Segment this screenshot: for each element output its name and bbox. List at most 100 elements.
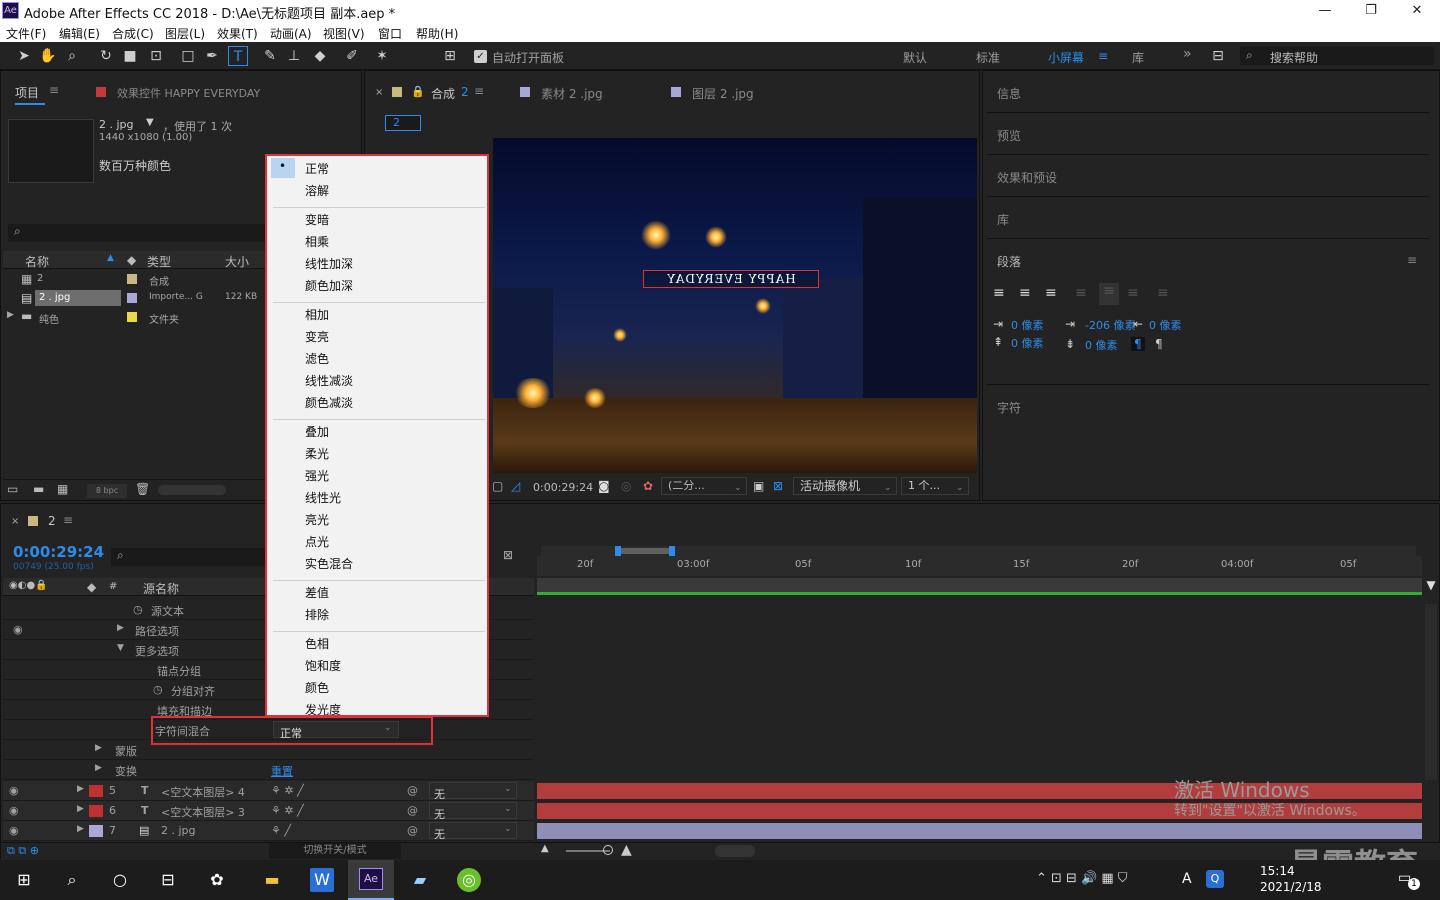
camera-select[interactable]: 活动摄像机 ⌄ [793, 477, 897, 495]
new-composition-icon[interactable]: ▦ [57, 482, 68, 496]
auto-open-checkbox[interactable]: ✓ [474, 50, 487, 63]
menu-layer[interactable]: 图层(L) [165, 25, 205, 42]
parent-select[interactable]: 无 ⌄ [429, 822, 517, 841]
stopwatch-icon[interactable]: ◷ [153, 683, 163, 696]
clone-stamp-tool-icon[interactable]: ⊥ [284, 46, 304, 66]
snapping-icon[interactable]: ⊞ [440, 46, 460, 66]
workspace-default[interactable]: 默认 [903, 49, 927, 66]
expand-arrow-icon[interactable]: ▶ [77, 824, 84, 834]
blend-mode-option[interactable]: 发光度 [305, 701, 341, 715]
new-folder-icon[interactable]: ▬ [33, 482, 44, 496]
ltr-direction-icon[interactable]: ¶ [1131, 337, 1145, 351]
region-of-interest-icon[interactable]: ▣ [753, 479, 764, 493]
layer-row[interactable]: ◉ ▶ 5 T <空文本图层> 4 ⚘ ✲ ╱ @ 无 ⌄ [3, 781, 534, 801]
thumbnail-slider[interactable] [158, 485, 226, 495]
clock-date[interactable]: 2021/2/18 [1260, 880, 1322, 894]
after-effects-taskbar-button[interactable]: Ae [348, 860, 394, 900]
timeline-scrollbar[interactable] [1425, 604, 1437, 780]
work-area-range[interactable] [617, 548, 673, 554]
stopwatch-icon[interactable]: ◷ [133, 603, 143, 616]
menu-composition[interactable]: 合成(C) [112, 25, 154, 42]
comp-breadcrumb-button[interactable]: 2 [385, 115, 421, 131]
comp-panel-menu-icon[interactable]: ≡ [474, 84, 484, 98]
eye-icon[interactable]: ◉ [13, 623, 23, 636]
parent-select[interactable]: 无 ⌄ [429, 782, 517, 801]
bit-depth-button[interactable]: 8 bpc [87, 484, 127, 498]
maximize-button[interactable]: ❐ [1348, 0, 1394, 22]
label-column-icon[interactable]: ◆ [87, 580, 96, 594]
workspace-overflow-icon[interactable]: » [1183, 46, 1192, 62]
work-area-start-handle[interactable] [615, 546, 621, 556]
lock-icon[interactable]: 🔒 [411, 85, 425, 98]
column-number[interactable]: # [109, 581, 117, 592]
effects-presets-panel[interactable]: 效果和预设 [987, 155, 1429, 197]
blend-mode-dropdown[interactable]: • 正常 溶解 变暗 相乘 线性加深 颜色加深 相加 变亮 滤色 线性减淡 颜色减淡 叠加 柔光 强光 线性… [265, 154, 489, 717]
viewer-timecode[interactable]: 0:00:29:24 [533, 481, 593, 494]
project-item-folder[interactable]: ▶ ▬ 纯色 文件夹 [3, 308, 265, 326]
camera-tool-icon[interactable]: ■ [120, 46, 140, 66]
blend-mode-option[interactable]: 柔光 [305, 445, 329, 462]
property-transform[interactable]: ▶ 变换 重置 [3, 760, 534, 780]
blend-mode-option[interactable]: 强光 [305, 467, 329, 484]
clock-time[interactable]: 15:14 [1260, 864, 1295, 878]
workspace-library[interactable]: 库 [1132, 49, 1144, 66]
workspace-small-screen[interactable]: 小屏幕 [1048, 49, 1084, 66]
workspace-menu-icon[interactable]: ≡ [1098, 49, 1108, 63]
shy-switch-icon[interactable]: ⚘ ✲ ╱ [271, 804, 304, 817]
blend-mode-option[interactable]: 滤色 [305, 350, 329, 367]
eye-icon[interactable]: ◉ [9, 784, 19, 797]
timeline-tab[interactable]: 2 [48, 514, 56, 528]
show-snapshot-icon[interactable]: ◎ [621, 479, 631, 493]
layer-tab[interactable]: 图层 2 .jpg [692, 85, 754, 102]
task-view-icon[interactable]: ⊟ [156, 868, 180, 892]
expand-arrow-icon[interactable]: ▶ [77, 804, 84, 814]
parent-pickwhip-icon[interactable]: @ [407, 804, 418, 817]
pan-behind-tool-icon[interactable]: ⊡ [146, 46, 166, 66]
comp-tab-number[interactable]: 2 [461, 85, 469, 99]
justify-last-center-icon[interactable]: ≡ [1099, 283, 1119, 305]
zoom-tool-icon[interactable]: ⌕ [62, 46, 82, 66]
work-area-end-handle[interactable] [669, 546, 675, 556]
zoom-slider-handle[interactable] [603, 845, 613, 855]
sync-settings-icon[interactable]: ⊟ [1208, 46, 1228, 66]
eye-icon[interactable]: ◉ [9, 804, 19, 817]
eraser-tool-icon[interactable]: ◆ [310, 46, 330, 66]
rectangle-tool-icon[interactable]: □ [178, 46, 198, 66]
label-column-icon[interactable]: ◆ [127, 253, 136, 267]
blend-mode-option[interactable]: 溶解 [305, 182, 329, 199]
close-tab-icon[interactable]: × [375, 87, 383, 98]
rtl-direction-icon[interactable]: ¶ [1155, 337, 1163, 351]
mask-visibility-icon[interactable]: ◿ [511, 479, 520, 493]
blend-mode-option[interactable]: 颜色加深 [305, 277, 353, 294]
expand-arrow-icon[interactable]: ▶ [7, 310, 14, 320]
trash-icon[interactable]: 🗑 [135, 482, 150, 496]
project-panel-menu-icon[interactable]: ≡ [49, 83, 59, 97]
workspace-standard[interactable]: 标准 [976, 49, 1000, 66]
system-tray-icons[interactable]: ⌃ ⊡ ⊟ 🔊 ▦ ⛉ [1036, 871, 1128, 886]
indent-left-value[interactable]: 0 像素 [1011, 317, 1044, 333]
timeline-menu-icon[interactable]: ≡ [63, 513, 73, 527]
media-player-icon[interactable]: ◎ [457, 868, 481, 892]
blend-mode-option[interactable]: 点光 [305, 533, 329, 550]
file-explorer-icon[interactable]: ▬ [260, 868, 284, 892]
space-before-value[interactable]: 0 像素 [1011, 335, 1044, 351]
time-ruler[interactable]: 20f 03:00f 05f 10f 15f 20f 04:00f 05f [537, 556, 1422, 576]
puppet-tool-icon[interactable]: ✶ [372, 46, 392, 66]
hand-tool-icon[interactable]: ✋ [38, 46, 58, 66]
blend-mode-option[interactable]: 线性加深 [305, 255, 353, 272]
project-item-jpg[interactable]: ▤ 2 . jpg Importe... G 122 KB [3, 289, 265, 307]
pinned-app-icon[interactable]: ✿ [205, 868, 229, 892]
project-search-input[interactable]: ⌕ [8, 224, 266, 242]
layer-duration-bar[interactable] [537, 823, 1422, 839]
toggle-switches-modes-button[interactable]: 切换开关/模式 [269, 843, 401, 859]
layer-row[interactable]: ◉ ▶ 7 ▤ 2 . jpg ⚘ ╱ @ 无 ⌄ [3, 821, 534, 841]
indent-right-value[interactable]: 0 像素 [1149, 317, 1182, 333]
blend-mode-option[interactable]: 色相 [305, 635, 329, 652]
resolution-select[interactable]: (二分... ⌄ [661, 477, 747, 495]
blend-mode-option[interactable]: 颜色 [305, 679, 329, 696]
work-area-bar[interactable] [541, 546, 1416, 556]
expand-switches-icon[interactable]: ⧉ ⧉ ⊕ [7, 844, 39, 858]
parent-pickwhip-icon[interactable]: @ [407, 824, 418, 837]
timeline-search-input[interactable]: ⌕ [111, 548, 267, 566]
justify-last-right-icon[interactable]: ≡ [1127, 285, 1139, 301]
